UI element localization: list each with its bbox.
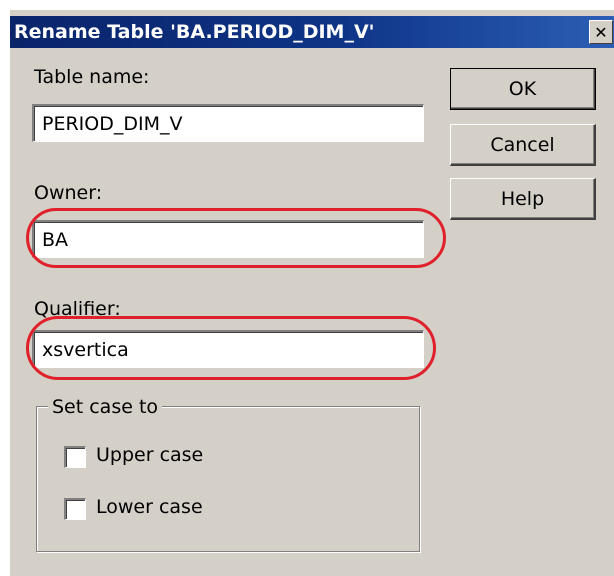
upper-case-label[interactable]: Upper case (96, 444, 203, 466)
ok-button[interactable]: OK (450, 68, 596, 110)
table-name-input[interactable]: PERIOD_DIM_V (32, 104, 424, 142)
title-bar[interactable]: Rename Table 'BA.PERIOD_DIM_V' ✕ (10, 16, 614, 48)
qualifier-label: Qualifier: (34, 298, 121, 320)
set-case-groupbox (36, 406, 420, 552)
rename-table-dialog: Rename Table 'BA.PERIOD_DIM_V' ✕ Table n… (10, 10, 614, 576)
lower-case-checkbox[interactable] (64, 498, 86, 520)
close-icon: ✕ (594, 22, 608, 42)
owner-input[interactable]: BA (32, 220, 424, 258)
owner-label: Owner: (34, 182, 103, 204)
table-name-label: Table name: (34, 66, 150, 88)
cancel-button[interactable]: Cancel (450, 124, 596, 166)
qualifier-input[interactable]: xsvertica (32, 330, 424, 368)
lower-case-label[interactable]: Lower case (96, 496, 203, 518)
upper-case-checkbox[interactable] (64, 446, 86, 468)
close-button[interactable]: ✕ (589, 20, 613, 44)
help-button[interactable]: Help (450, 178, 596, 220)
set-case-legend: Set case to (48, 396, 163, 418)
dialog-title: Rename Table 'BA.PERIOD_DIM_V' (14, 21, 375, 43)
